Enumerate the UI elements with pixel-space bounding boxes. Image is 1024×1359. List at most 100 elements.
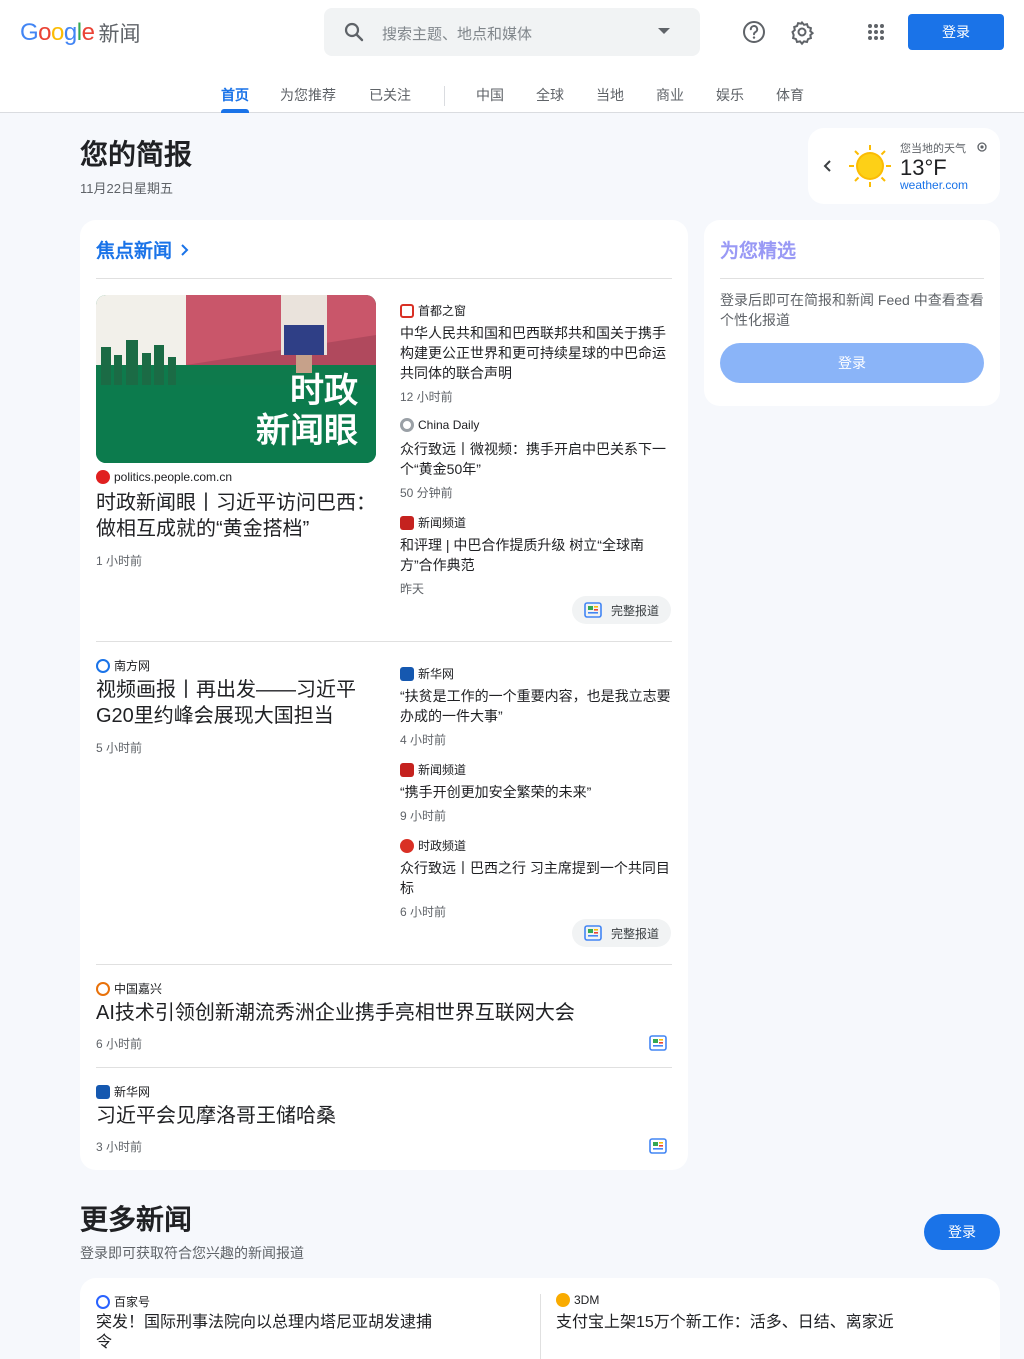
search-input[interactable]: 搜索主题、地点和媒体 (382, 23, 532, 44)
tab-china[interactable]: 中国 (476, 85, 504, 105)
source-label[interactable]: 百家号 (96, 1293, 150, 1310)
more-news-card: 百家号 突发！国际刑事法院向以总理内塔尼亚胡发逮捕令 3DM 支付宝上架15万个… (80, 1278, 1000, 1359)
source-label[interactable]: 3DM (556, 1293, 599, 1307)
top-stories-heading[interactable]: 焦点新闻 (96, 236, 190, 263)
source-name[interactable]: 新闻频道 (418, 761, 466, 778)
full-coverage-icon (584, 602, 602, 618)
tab-sports[interactable]: 体育 (776, 85, 804, 105)
source-label[interactable]: 新闻频道 (400, 514, 466, 531)
china-daily-favicon-icon (400, 418, 414, 432)
source-name[interactable]: 新闻频道 (418, 514, 466, 531)
full-coverage-label[interactable]: 完整报道 (611, 925, 659, 942)
more-news-subtitle: 登录即可获取符合您兴趣的新闻报道 (80, 1245, 304, 1261)
source-name[interactable]: 南方网 (114, 657, 150, 674)
picks-login-button[interactable]: 登录 (720, 343, 984, 383)
chevron-right-icon[interactable] (180, 242, 190, 258)
help-icon[interactable] (740, 18, 768, 46)
3dm-favicon-icon (556, 1293, 570, 1307)
source-label[interactable]: politics.people.com.cn (96, 470, 232, 484)
source-name[interactable]: politics.people.com.cn (114, 470, 232, 484)
tab-local[interactable]: 当地 (596, 85, 624, 105)
source-name[interactable]: 3DM (574, 1293, 599, 1307)
weather-widget[interactable]: 您当地的天气 13°F weather.com (808, 128, 1000, 204)
section-divider (96, 641, 672, 642)
source-label[interactable]: 新华网 (96, 1083, 150, 1100)
source-label[interactable]: 南方网 (96, 657, 150, 674)
southcn-favicon-icon (96, 658, 110, 673)
settings-gear-icon[interactable] (788, 18, 816, 46)
story-time: 5 小时前 (96, 741, 143, 755)
search-box[interactable]: 搜索主题、地点和媒体 (324, 8, 700, 56)
more-news-title: 更多新闻 (80, 1204, 193, 1235)
source-label[interactable]: 时政频道 (400, 837, 466, 854)
tab-business[interactable]: 商业 (656, 85, 684, 105)
tab-home[interactable]: 首页 (221, 85, 249, 105)
search-options-dropdown-icon[interactable] (658, 28, 670, 34)
weather-label: 您当地的天气 (900, 143, 966, 155)
full-coverage-icon[interactable] (649, 1138, 667, 1154)
news-channel-favicon-icon (400, 762, 414, 777)
source-name[interactable]: 新华网 (114, 1083, 150, 1100)
briefing-date: 11月22日星期五 (80, 181, 173, 196)
source-label[interactable]: 新华网 (400, 665, 454, 682)
story-time: 昨天 (400, 582, 425, 596)
top-header: Google 新闻 搜索主题、地点和媒体 登录 首页 为您推荐 已关注 中国 全… (0, 0, 1024, 113)
full-coverage-button[interactable]: 完整报道 (572, 596, 672, 624)
tab-entertainment[interactable]: 娱乐 (716, 85, 744, 105)
full-coverage-icon[interactable] (649, 1035, 667, 1051)
story-headline[interactable]: AI技术引领创新潮流秀洲企业携手亮相世界互联网大会 (96, 1000, 656, 1026)
story-time: 4 小时前 (400, 733, 447, 747)
story-headline[interactable]: 和评理 | 中巴合作提质升级 树立“全球南方”合作典范 (400, 535, 672, 575)
source-name[interactable]: China Daily (418, 418, 479, 432)
story-time: 3 小时前 (96, 1140, 143, 1154)
chevron-left-icon[interactable] (822, 158, 832, 174)
tab-world[interactable]: 全球 (536, 85, 564, 105)
source-label[interactable]: 新闻频道 (400, 761, 466, 778)
login-button[interactable]: 登录 (908, 14, 1004, 50)
story-time: 12 小时前 (400, 390, 453, 404)
full-coverage-button[interactable]: 完整报道 (572, 919, 672, 947)
more-news-login-button[interactable]: 登录 (924, 1214, 1000, 1250)
google-news-logo[interactable]: Google 新闻 (20, 18, 140, 48)
story-headline[interactable]: 习近平会见摩洛哥王储哈桑 (96, 1103, 656, 1129)
top-stories-card: 焦点新闻 时政 新闻眼 politics.people.com.cn 时政新闻眼… (80, 220, 688, 1170)
source-name[interactable]: 中国嘉兴 (114, 980, 162, 997)
full-coverage-label[interactable]: 完整报道 (611, 602, 659, 619)
jiaxing-favicon-icon (96, 981, 110, 996)
source-name[interactable]: 新华网 (418, 665, 454, 682)
column-divider (540, 1294, 541, 1359)
story-headline[interactable]: 时政新闻眼丨习近平访问巴西：做相互成就的“黄金搭档” (96, 490, 376, 542)
story-headline[interactable]: 突发！国际刑事法院向以总理内塔尼亚胡发逮捕令 (96, 1313, 436, 1353)
story-thumbnail-image[interactable]: 时政 新闻眼 (96, 295, 376, 463)
story-headline[interactable]: “携手开创更加安全繁荣的未来” (400, 782, 672, 802)
source-label[interactable]: China Daily (400, 418, 479, 432)
section-divider (720, 278, 984, 279)
story-headline[interactable]: 视频画报丨再出发——习近平G20里约峰会展现大国担当 (96, 677, 366, 729)
section-divider (96, 1067, 672, 1068)
tab-following[interactable]: 已关注 (369, 85, 411, 105)
full-coverage-icon (584, 925, 602, 941)
story-headline[interactable]: 众行致远丨巴西之行 习主席提到一个共同目标 (400, 858, 672, 898)
story-headline[interactable]: 支付宝上架15万个新工作：活多、日结、离家近 (556, 1313, 976, 1333)
story-headline[interactable]: “扶贫是工作的一个重要内容，也是我立志要办成的一件大事” (400, 686, 672, 726)
section-divider (96, 278, 672, 279)
source-name[interactable]: 百家号 (114, 1293, 150, 1310)
source-label[interactable]: 中国嘉兴 (96, 980, 162, 997)
section-nav: 首页 为您推荐 已关注 中国 全球 当地 商业 娱乐 体育 (0, 78, 1024, 113)
politics-channel-favicon-icon (400, 838, 414, 853)
source-label[interactable]: 首都之窗 (400, 302, 466, 319)
weather-source-link[interactable]: weather.com (900, 178, 968, 192)
tab-for-you[interactable]: 为您推荐 (280, 85, 336, 105)
story-headline[interactable]: 中华人民共和国和巴西联邦共和国关于携手构建更公正世界和更可持续星球的中巴命运共同… (400, 323, 672, 383)
logo-google-wordmark: Google (20, 19, 95, 46)
sunny-weather-icon (849, 145, 891, 187)
source-name[interactable]: 时政频道 (418, 837, 466, 854)
top-stories-label[interactable]: 焦点新闻 (96, 236, 172, 263)
source-name[interactable]: 首都之窗 (418, 302, 466, 319)
search-icon[interactable] (342, 20, 366, 44)
section-divider (96, 964, 672, 965)
picks-description: 登录后即可在简报和新闻 Feed 中查看查看个性化报道 (720, 292, 984, 328)
nav-divider (444, 86, 445, 106)
apps-grid-icon[interactable] (862, 18, 890, 46)
story-headline[interactable]: 众行致远丨微视频：携手开启中巴关系下一个“黄金50年” (400, 439, 672, 479)
